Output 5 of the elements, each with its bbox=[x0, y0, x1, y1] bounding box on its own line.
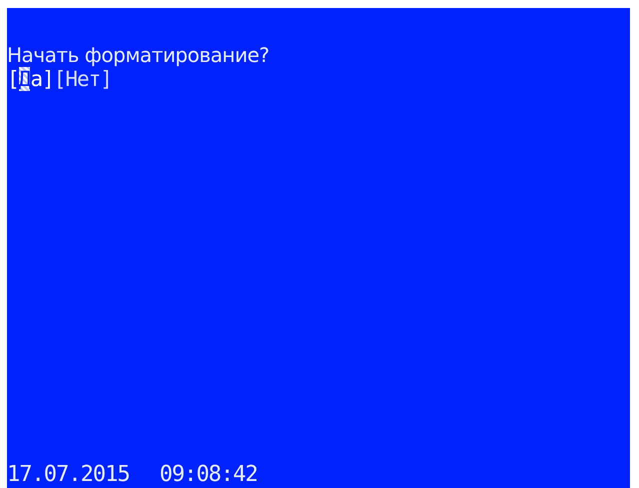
prompt-text: Начать форматирование? bbox=[7, 43, 270, 67]
option-button[interactable]: [Нет] bbox=[54, 67, 112, 91]
date-text: 17.07.2015 bbox=[7, 462, 130, 488]
time-text: 09:08:42 bbox=[159, 462, 258, 488]
option-button[interactable]: [Да] bbox=[7, 67, 54, 91]
